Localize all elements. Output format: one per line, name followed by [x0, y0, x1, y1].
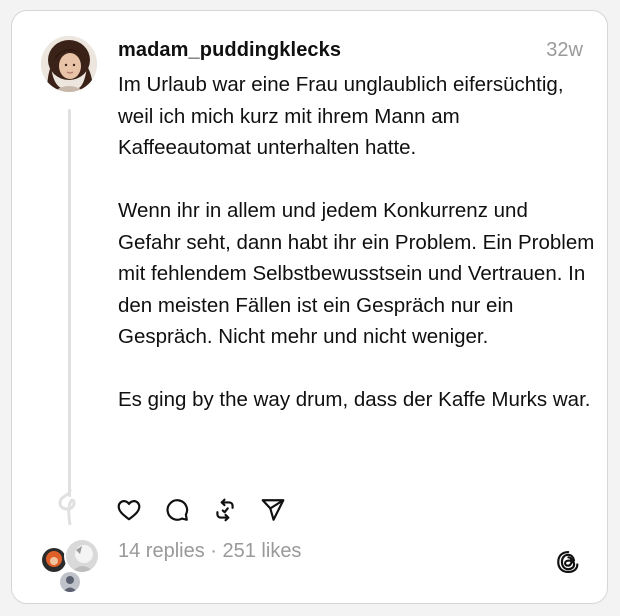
- post-body: Im Urlaub war eine Frau unglaublich eife…: [118, 69, 596, 416]
- heart-icon[interactable]: [116, 497, 142, 523]
- post-paragraph: Wenn ihr in allem und jedem Konkurrenz u…: [118, 199, 595, 348]
- post-stats: 14 replies · 251 likes: [118, 540, 301, 563]
- comment-icon[interactable]: [164, 497, 190, 523]
- post-paragraph: Im Urlaub war eine Frau unglaublich eife…: [118, 73, 564, 159]
- post-paragraph: Es ging by the way drum, dass der Kaffe …: [118, 388, 591, 411]
- repost-icon[interactable]: [212, 497, 238, 523]
- likes-count[interactable]: 251 likes: [223, 540, 302, 562]
- post-timestamp[interactable]: 32w: [546, 39, 583, 62]
- replies-count[interactable]: 14 replies: [118, 540, 205, 562]
- post-actions: [116, 495, 286, 525]
- reply-avatar: [64, 538, 100, 574]
- share-icon[interactable]: [260, 497, 286, 523]
- thread-connector-line: [68, 109, 71, 497]
- author-avatar[interactable]: [41, 36, 97, 92]
- threads-logo-icon[interactable]: [555, 549, 581, 575]
- reply-avatars[interactable]: [40, 538, 102, 594]
- stats-separator: ·: [204, 540, 223, 562]
- post-card: madam_puddingklecks 32w Im Urlaub war ei…: [11, 10, 608, 604]
- reply-avatar: [58, 570, 82, 594]
- author-username[interactable]: madam_puddingklecks: [118, 39, 341, 62]
- thread-connector-curl: [58, 489, 76, 525]
